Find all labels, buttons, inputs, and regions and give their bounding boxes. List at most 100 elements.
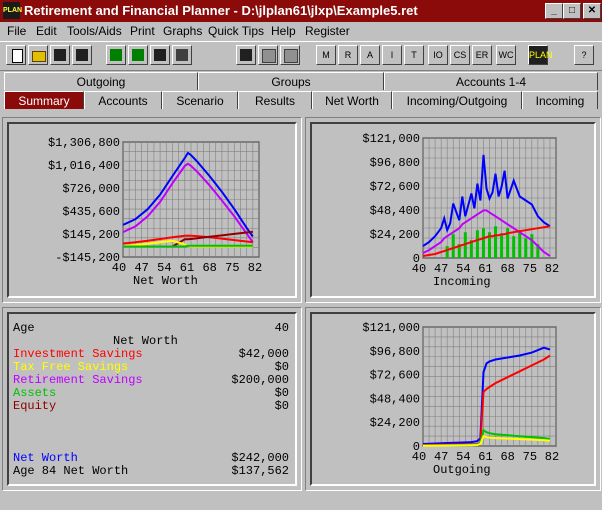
x-tick-label: 82 <box>545 450 559 464</box>
summary-row-value: $0 <box>274 360 289 374</box>
summary-row-label: Tax Free Savings <box>13 360 129 374</box>
net-worth-chart: $1,306,800 $1,016,400 $726,000 $435,600 $145… <box>48 136 262 288</box>
plan-button[interactable]: PLAN <box>528 45 553 65</box>
menu-print[interactable]: Print <box>130 24 155 38</box>
import-button[interactable] <box>128 45 148 65</box>
summary-row-label: Investment Savings <box>13 347 143 361</box>
menu-help[interactable]: Help <box>271 24 296 38</box>
menu-edit[interactable]: Edit <box>36 24 57 38</box>
import-icon <box>132 49 144 61</box>
x-tick-label: 68 <box>500 450 514 464</box>
net-worth-chart-panel: $1,306,800 $1,016,400 $726,000 $435,600 $145… <box>2 117 302 303</box>
export-icon <box>110 49 122 61</box>
tab-incoming[interactable]: Incoming <box>522 91 598 109</box>
tab-net-worth[interactable]: Net Worth <box>312 91 392 109</box>
tab-summary[interactable]: Summary <box>4 91 84 109</box>
tab-accounts-1-4[interactable]: Accounts 1-4 <box>384 72 598 90</box>
bar <box>445 246 449 258</box>
print-preview-button[interactable] <box>280 45 300 65</box>
toolbar-r-button[interactable]: R <box>338 45 358 65</box>
bar <box>512 236 516 258</box>
x-tick-label: 47 <box>434 450 448 464</box>
chart-title: Incoming <box>433 275 491 289</box>
bar <box>481 228 485 258</box>
close-button[interactable]: ✕ <box>583 3 601 19</box>
chart-title: Net Worth <box>133 274 198 288</box>
y-tick-label: $72,600 <box>370 180 420 194</box>
menu-graphs[interactable]: Graphs <box>163 24 202 38</box>
disk-icon <box>76 49 88 61</box>
toolbar-i-button[interactable]: I <box>382 45 402 65</box>
x-tick-label: 54 <box>157 261 171 275</box>
tab-incoming-outgoing[interactable]: Incoming/Outgoing <box>392 91 522 109</box>
app-icon: PLAN <box>3 2 22 19</box>
y-tick-label: $48,400 <box>370 204 420 218</box>
y-tick-label: $726,000 <box>62 182 120 196</box>
summary-row-value: $0 <box>274 386 289 400</box>
y-tick-label: $96,800 <box>370 156 420 170</box>
toolbar-a-button[interactable]: A <box>360 45 380 65</box>
menu-tools-aids[interactable]: Tools/Aids <box>67 24 122 38</box>
save-button[interactable] <box>50 45 70 65</box>
disk-icon <box>154 49 166 61</box>
disk-icon <box>240 49 252 61</box>
printer-icon <box>284 49 298 63</box>
export-button[interactable] <box>106 45 126 65</box>
menu-register[interactable]: Register <box>305 24 350 38</box>
x-tick-label: 54 <box>456 262 470 276</box>
summary-row-value: $42,000 <box>238 347 289 361</box>
outgoing-chart-panel: $121,000 $96,800 $72,600 $48,400 $24,200 0 40 4… <box>305 307 601 491</box>
maximize-button[interactable]: □ <box>563 3 581 19</box>
y-tick-label: $96,800 <box>370 345 420 359</box>
tab-results[interactable]: Results <box>238 91 312 109</box>
x-tick-label: 40 <box>112 261 126 275</box>
tab-accounts[interactable]: Accounts <box>84 91 162 109</box>
menu-file[interactable]: File <box>7 24 26 38</box>
tab-row-top: Outgoing Groups Accounts 1-4 <box>0 72 602 91</box>
toolbar-io-button[interactable]: IO <box>428 45 448 65</box>
y-tick-label: $435,600 <box>62 205 120 219</box>
save-as-button[interactable] <box>72 45 92 65</box>
minimize-button[interactable]: _ <box>545 3 563 19</box>
tab-groups[interactable]: Groups <box>198 72 384 90</box>
x-tick-label: 82 <box>545 262 559 276</box>
help-pointer-button[interactable]: ? <box>574 45 594 65</box>
x-tick-label: 54 <box>456 450 470 464</box>
summary-header: Net Worth <box>113 334 178 348</box>
toolbar-m-button[interactable]: M <box>316 45 336 65</box>
summary-panel: Age 40 Net Worth Investment Savings $42,0… <box>2 307 302 491</box>
tab-row-bottom: Summary Accounts Scenario Results Net Wo… <box>0 91 602 110</box>
tab-outgoing[interactable]: Outgoing <box>4 72 198 90</box>
bar <box>518 230 522 258</box>
net-worth-label: Net Worth <box>13 451 78 465</box>
net-worth-value: $242,000 <box>231 451 289 465</box>
bar <box>494 226 498 258</box>
save-report-button[interactable] <box>236 45 256 65</box>
y-tick-label: $1,306,800 <box>48 136 120 150</box>
new-file-button[interactable] <box>6 45 26 65</box>
age-label: Age <box>13 321 35 335</box>
print-button[interactable] <box>258 45 278 65</box>
y-tick-label: $121,000 <box>362 321 420 335</box>
y-tick-label: $1,016,400 <box>48 159 120 173</box>
y-tick-label: $121,000 <box>362 132 420 146</box>
bar <box>451 234 455 258</box>
disk-icon <box>54 49 66 61</box>
bar <box>524 238 528 258</box>
summary-row-label: Equity <box>13 399 57 413</box>
x-tick-label: 75 <box>523 450 537 464</box>
y-tick-label: $145,200 <box>62 228 120 242</box>
toolbar: M R A I T IO CS ER WC PLAN ? <box>0 41 602 71</box>
series-line <box>123 244 253 248</box>
toolbar-cs-button[interactable]: CS <box>450 45 470 65</box>
save-all-button[interactable] <box>150 45 170 65</box>
open-file-button[interactable] <box>28 45 48 65</box>
toolbar-wc-button[interactable]: WC <box>496 45 516 65</box>
clipboard-button[interactable] <box>172 45 192 65</box>
tab-scenario[interactable]: Scenario <box>162 91 238 109</box>
y-tick-label: $72,600 <box>370 369 420 383</box>
menu-quick-tips[interactable]: Quick Tips <box>208 24 264 38</box>
toolbar-t-button[interactable]: T <box>404 45 424 65</box>
toolbar-er-button[interactable]: ER <box>472 45 492 65</box>
folder-icon <box>32 51 46 62</box>
